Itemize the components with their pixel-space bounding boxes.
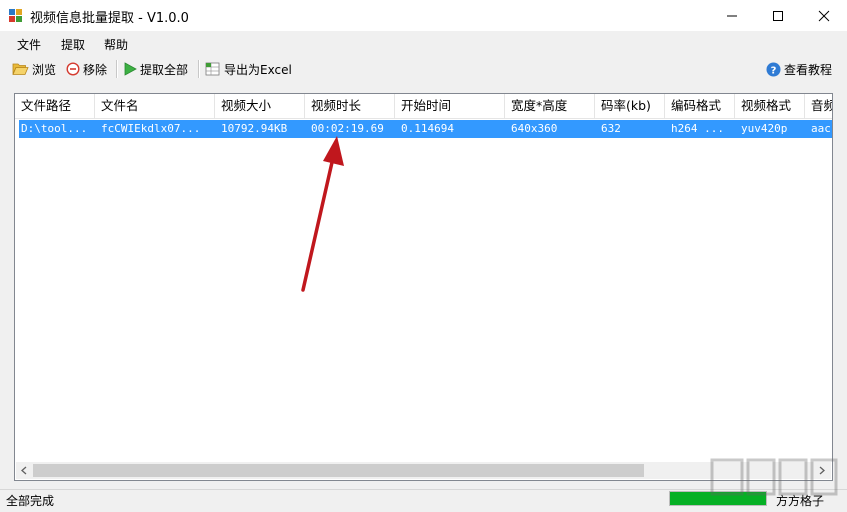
status-text: 全部完成 xyxy=(6,494,55,508)
annotation-arrow xyxy=(301,136,344,292)
watermark-logo xyxy=(710,458,838,496)
